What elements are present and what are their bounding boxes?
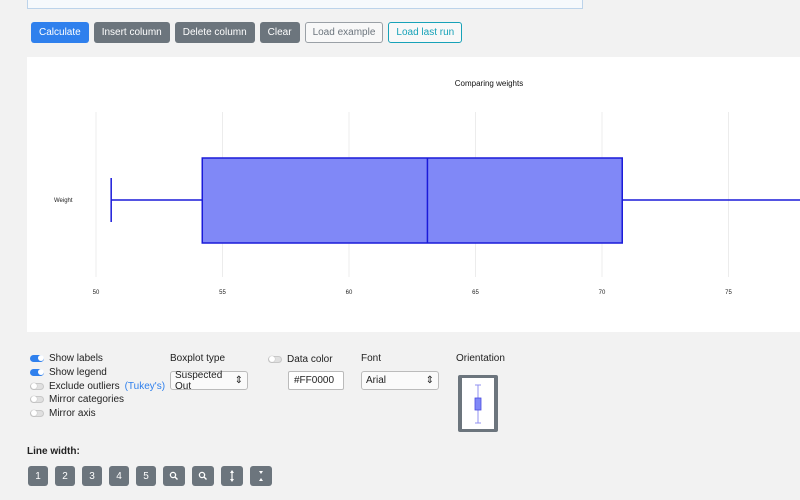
show-labels-label: Show labels — [49, 352, 103, 364]
boxplot-type-select[interactable]: Suspected Out ⇕ — [170, 369, 248, 392]
decrease-spacing-icon[interactable] — [250, 466, 272, 486]
orientation-label: Orientation — [456, 353, 505, 364]
mirror-categories-switch[interactable] — [30, 395, 44, 403]
boxplot-type-value: Suspected Out — [175, 369, 223, 392]
boxplot-chart: Comparing weights 50 55 60 65 70 75 Weight — [27, 57, 800, 332]
data-color-value: #FF0000 — [294, 375, 335, 386]
load-example-button[interactable]: Load example — [304, 22, 384, 43]
data-color-label: Data color — [287, 353, 333, 365]
line-width-4-button[interactable]: 4 — [109, 466, 129, 486]
show-labels-toggle[interactable]: Show labels — [30, 352, 103, 364]
data-color-input[interactable]: #FF0000 — [288, 371, 344, 390]
mirror-axis-label: Mirror axis — [49, 407, 96, 419]
font-select[interactable]: Arial ⇕ — [361, 371, 439, 390]
mirror-categories-label: Mirror categories — [49, 393, 125, 405]
toolbar: Calculate Insert column Delete column Cl… — [31, 22, 463, 43]
show-legend-switch[interactable] — [30, 368, 44, 376]
chart-svg: Comparing weights 50 55 60 65 70 75 Weight — [54, 79, 800, 296]
show-legend-toggle[interactable]: Show legend — [30, 366, 107, 378]
tukey-link[interactable]: (Tukey's) — [125, 381, 165, 392]
x-tick-label: 60 — [346, 290, 353, 296]
line-width-buttons: 1 2 3 4 5 — [28, 466, 272, 486]
mirror-axis-switch[interactable] — [30, 409, 44, 417]
line-width-1-button[interactable]: 1 — [28, 466, 48, 486]
options-panel: Show labels Show legend Exclude outliers… — [0, 352, 800, 442]
category-label: Weight — [54, 198, 73, 204]
data-color-toggle[interactable]: Data color — [268, 353, 333, 365]
data-input-area[interactable] — [27, 0, 583, 9]
show-labels-switch[interactable] — [30, 354, 44, 362]
zoom-out-icon[interactable] — [192, 466, 214, 486]
orientation-button[interactable] — [458, 375, 498, 432]
vertical-boxplot-icon — [474, 384, 482, 424]
line-width-2-button[interactable]: 2 — [55, 466, 75, 486]
x-tick-label: 55 — [219, 290, 226, 296]
x-tick-label: 65 — [472, 290, 479, 296]
load-last-run-button[interactable]: Load last run — [388, 22, 463, 43]
exclude-outliers-toggle[interactable]: Exclude outliers (Tukey's) — [30, 380, 165, 392]
x-tick-label: 50 — [93, 290, 100, 296]
calculate-button[interactable]: Calculate — [31, 22, 89, 43]
select-arrows-icon: ⇕ — [234, 375, 243, 386]
insert-column-button[interactable]: Insert column — [93, 22, 170, 43]
mirror-axis-toggle[interactable]: Mirror axis — [30, 407, 96, 419]
clear-button[interactable]: Clear — [259, 22, 300, 43]
mirror-categories-toggle[interactable]: Mirror categories — [30, 393, 124, 405]
delete-column-button[interactable]: Delete column — [174, 22, 255, 43]
exclude-outliers-label: Exclude outliers — [49, 380, 120, 392]
zoom-in-icon[interactable] — [163, 466, 185, 486]
x-tick-label: 70 — [599, 290, 606, 296]
x-tick-label: 75 — [725, 290, 732, 296]
boxplot-type-label: Boxplot type — [170, 353, 226, 364]
font-label: Font — [361, 353, 382, 364]
line-width-title: Line width: — [27, 446, 80, 457]
show-legend-label: Show legend — [49, 366, 107, 378]
chart-title: Comparing weights — [455, 79, 523, 88]
line-width-3-button[interactable]: 3 — [82, 466, 102, 486]
font-value: Arial — [366, 375, 387, 386]
box — [201, 157, 623, 244]
select-arrows-icon: ⇕ — [425, 375, 434, 386]
increase-spacing-icon[interactable] — [221, 466, 243, 486]
exclude-outliers-switch[interactable] — [30, 382, 44, 390]
line-width-5-button[interactable]: 5 — [136, 466, 156, 486]
data-color-switch[interactable] — [268, 355, 282, 363]
